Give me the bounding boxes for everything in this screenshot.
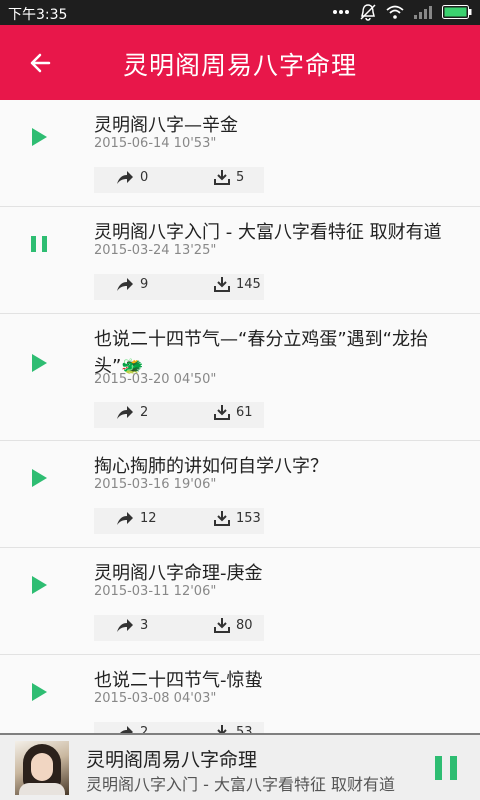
play-button[interactable] [28, 352, 50, 374]
list-item[interactable]: 也说二十四节气-惊蛰 2015-03-08 04'03" 2 53 [0, 655, 480, 733]
wifi-icon [386, 5, 404, 19]
download-count: 61 [236, 405, 253, 420]
play-icon [32, 469, 47, 487]
share-count: 2 [140, 725, 149, 733]
signal-icon [414, 5, 432, 19]
episode-title[interactable]: 灵明阁八字命理-庚金 [94, 560, 460, 587]
battery-icon [442, 5, 472, 19]
download-icon [217, 725, 227, 733]
share-icon [117, 170, 133, 184]
episode-date: 2015-06-14 10'53" [94, 136, 217, 151]
play-icon [32, 576, 47, 594]
share-icon [117, 618, 133, 632]
episode-date: 2015-03-08 04'03" [94, 691, 217, 706]
download-stat[interactable]: 53 [214, 725, 253, 733]
play-button[interactable] [28, 681, 50, 703]
share-count: 3 [140, 618, 149, 633]
play-button[interactable] [28, 467, 50, 489]
player-title: 灵明阁周易八字命理 [86, 749, 258, 771]
share-stat[interactable]: 9 [116, 277, 148, 292]
download-icon [214, 511, 230, 526]
app-bar: 灵明阁周易八字命理 [0, 25, 480, 100]
share-stat[interactable]: 0 [116, 170, 148, 185]
download-count: 53 [236, 725, 253, 733]
status-time: 下午3:35 [8, 7, 68, 23]
episode-stats: 2 53 [94, 722, 264, 733]
episode-list[interactable]: 灵明阁八字—辛金 2015-06-14 10'53" 0 5 灵明阁八字入门 -… [0, 100, 480, 733]
more-dots-icon [332, 9, 350, 15]
play-icon [32, 128, 47, 146]
play-button[interactable] [28, 126, 50, 148]
episode-stats: 3 80 [94, 615, 264, 641]
share-count: 12 [140, 511, 157, 526]
episode-stats: 2 61 [94, 402, 264, 428]
download-icon [214, 277, 230, 292]
episode-date: 2015-03-11 12'06" [94, 584, 217, 599]
download-stat[interactable]: 145 [214, 277, 261, 292]
status-icons [332, 3, 472, 21]
list-item[interactable]: 也说二十四节气—“春分立鸡蛋”遇到“龙抬头”🐲 2015-03-20 04'50… [0, 314, 480, 441]
pause-icon [31, 236, 47, 252]
share-count: 0 [140, 170, 149, 185]
share-icon [117, 405, 133, 419]
episode-date: 2015-03-24 13'25" [94, 243, 217, 258]
list-item[interactable]: 灵明阁八字入门 - 大富八字看特征 取财有道 2015-03-24 13'25"… [0, 207, 480, 314]
share-stat[interactable]: 12 [116, 511, 157, 526]
download-stat[interactable]: 80 [214, 618, 253, 633]
share-icon [117, 277, 133, 291]
player-subtitle: 灵明阁八字入门 - 大富八字看特征 取财有道 [86, 775, 396, 794]
download-icon [214, 170, 230, 185]
episode-title[interactable]: 灵明阁八字—辛金 [94, 112, 460, 139]
share-stat[interactable]: 3 [116, 618, 148, 633]
pause-button[interactable] [28, 233, 50, 255]
download-icon [214, 405, 230, 420]
pause-icon [435, 756, 457, 780]
episode-title[interactable]: 也说二十四节气-惊蛰 [94, 667, 460, 694]
page-title: 灵明阁周易八字命理 [122, 51, 357, 80]
share-count: 9 [140, 277, 149, 292]
download-count: 145 [236, 277, 261, 292]
play-icon [32, 683, 47, 701]
player-pause-button[interactable] [434, 755, 458, 781]
mute-icon [360, 3, 376, 21]
episode-date: 2015-03-20 04'50" [94, 372, 217, 387]
avatar[interactable] [15, 741, 69, 795]
download-stat[interactable]: 5 [214, 170, 244, 185]
share-icon [117, 511, 133, 525]
episode-stats: 9 145 [94, 274, 264, 300]
download-count: 5 [236, 170, 245, 185]
play-button[interactable] [28, 574, 50, 596]
episode-date: 2015-03-16 19'06" [94, 477, 217, 492]
episode-title[interactable]: 掏心掏肺的讲如何自学八字？ [94, 453, 460, 480]
list-item[interactable]: 灵明阁八字命理-庚金 2015-03-11 12'06" 3 80 [0, 548, 480, 655]
download-stat[interactable]: 153 [214, 511, 261, 526]
episode-stats: 12 153 [94, 508, 264, 534]
download-icon [214, 618, 230, 633]
share-icon [119, 725, 133, 733]
mini-player[interactable]: 灵明阁周易八字命理 灵明阁八字入门 - 大富八字看特征 取财有道 [0, 733, 480, 800]
share-stat[interactable]: 2 [116, 725, 148, 733]
list-item[interactable]: 灵明阁八字—辛金 2015-06-14 10'53" 0 5 [0, 100, 480, 207]
list-item[interactable]: 掏心掏肺的讲如何自学八字？ 2015-03-16 19'06" 12 153 [0, 441, 480, 548]
status-bar: 下午3:35 [0, 0, 480, 25]
episode-stats: 0 5 [94, 167, 264, 193]
download-count: 153 [236, 511, 261, 526]
download-stat[interactable]: 61 [214, 405, 253, 420]
share-count: 2 [140, 405, 149, 420]
episode-title[interactable]: 灵明阁八字入门 - 大富八字看特征 取财有道 [94, 219, 460, 246]
share-stat[interactable]: 2 [116, 405, 148, 420]
play-icon [32, 354, 47, 372]
download-count: 80 [236, 618, 253, 633]
